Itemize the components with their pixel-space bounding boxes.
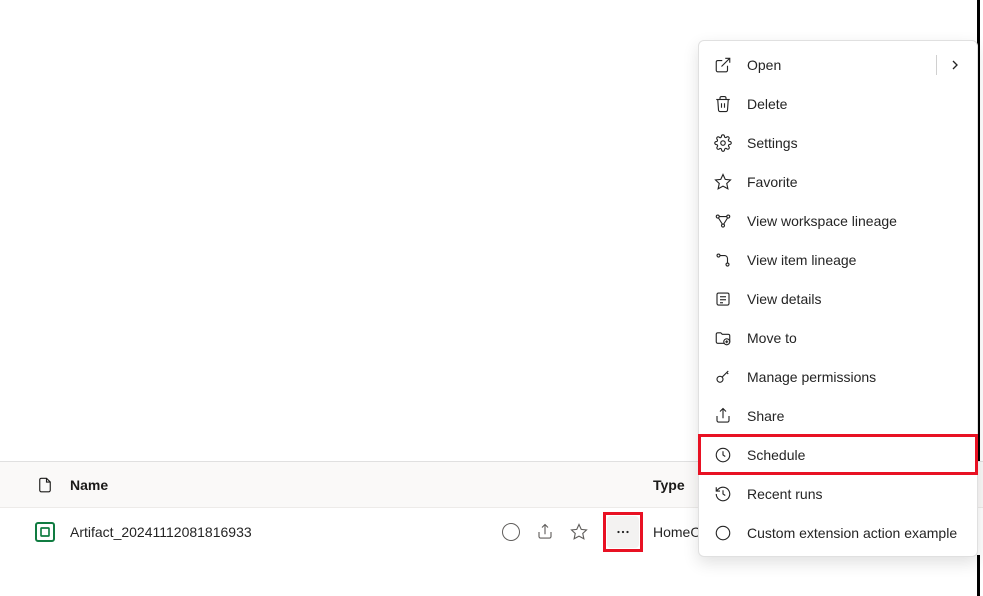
menu-item-open[interactable]: Open [699,45,977,84]
menu-item-settings[interactable]: Settings [699,123,977,162]
header-name[interactable]: Name [70,477,473,493]
menu-label: Share [747,408,963,424]
clock-icon [713,445,733,465]
details-icon [713,289,733,309]
radio-icon[interactable] [501,522,521,542]
share-icon[interactable] [535,522,555,542]
key-icon [713,367,733,387]
star-icon [713,172,733,192]
item-lineage-icon [713,250,733,270]
menu-item-item-lineage[interactable]: View item lineage [699,240,977,279]
menu-label: Settings [747,135,963,151]
menu-divider [936,55,937,75]
header-icon-col [20,475,70,495]
menu-label: Schedule [747,447,963,463]
menu-label: View item lineage [747,252,963,268]
menu-item-schedule[interactable]: Schedule [699,435,977,474]
menu-item-manage-permissions[interactable]: Manage permissions [699,357,977,396]
menu-item-delete[interactable]: Delete [699,84,977,123]
star-icon[interactable] [569,522,589,542]
menu-item-view-details[interactable]: View details [699,279,977,318]
menu-item-workspace-lineage[interactable]: View workspace lineage [699,201,977,240]
menu-label: View details [747,291,963,307]
menu-item-favorite[interactable]: Favorite [699,162,977,201]
menu-item-recent-runs[interactable]: Recent runs [699,474,977,513]
menu-item-move-to[interactable]: Move to [699,318,977,357]
delete-icon [713,94,733,114]
menu-label: Favorite [747,174,963,190]
chevron-right-icon[interactable] [947,57,963,73]
row-name[interactable]: Artifact_20241112081816933 [70,524,473,540]
more-button-highlight [603,512,643,552]
more-options-button[interactable] [607,516,639,548]
menu-item-custom-extension[interactable]: Custom extension action example [699,513,977,552]
circle-icon [713,523,733,543]
lineage-icon [713,211,733,231]
menu-label: Manage permissions [747,369,963,385]
row-actions [473,512,653,552]
menu-item-share[interactable]: Share [699,396,977,435]
move-icon [713,328,733,348]
menu-label: View workspace lineage [747,213,963,229]
context-menu: Open Delete Settings Favorite View works… [698,40,978,557]
menu-label: Delete [747,96,963,112]
open-icon [713,55,733,75]
menu-label: Open [747,57,926,73]
document-icon [35,475,55,495]
menu-label: Recent runs [747,486,963,502]
gear-icon [713,133,733,153]
history-icon [713,484,733,504]
menu-label: Move to [747,330,963,346]
menu-label: Custom extension action example [747,525,963,541]
share-icon [713,406,733,426]
artifact-icon [35,522,55,542]
